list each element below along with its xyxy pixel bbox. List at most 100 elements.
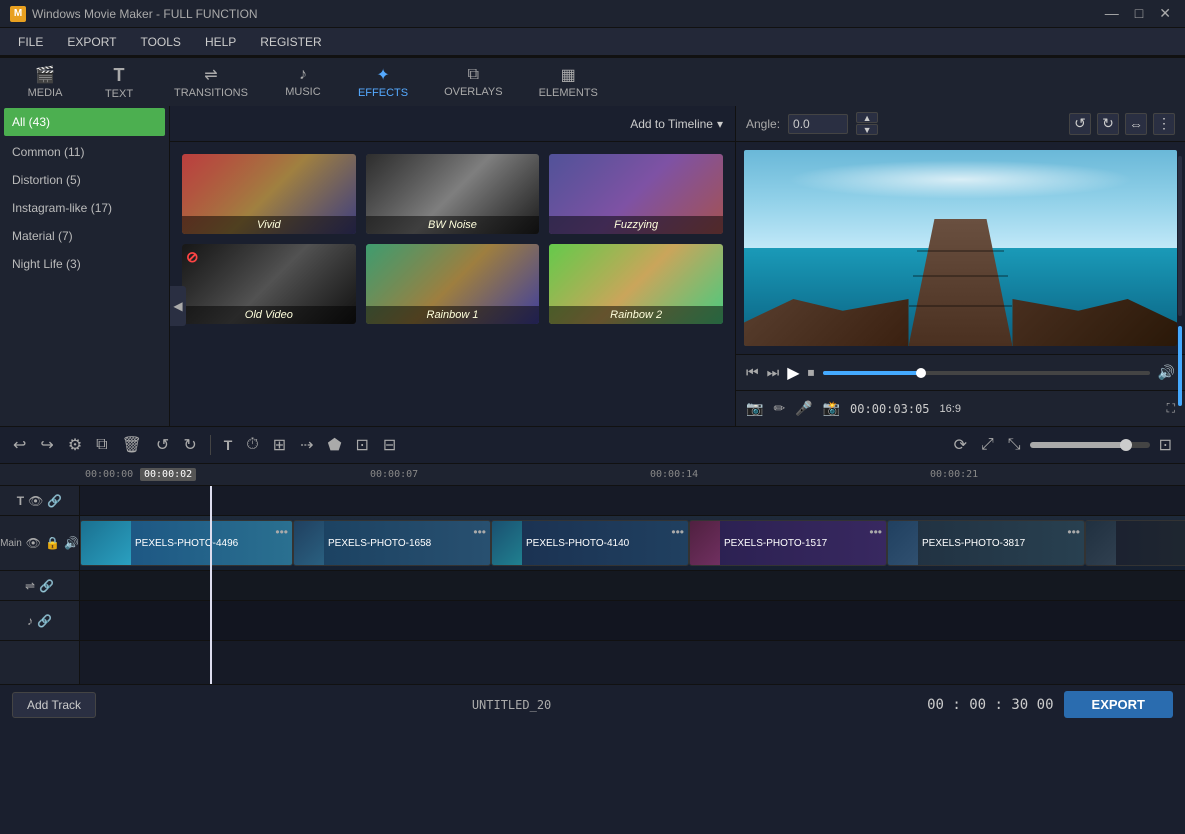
timecode-display: 00 : 00 : 30 00 — [927, 697, 1053, 713]
preview-bottom-controls: 📷 ✏ 🎤 📸 00:00:03:05 16:9 ⛶ — [736, 390, 1185, 426]
clip-6[interactable]: ••• — [1085, 520, 1185, 566]
clip-3[interactable]: PEXELS-PHOTO-4140 ••• — [491, 520, 689, 566]
fullscreen-button[interactable]: ⛶ — [1167, 401, 1175, 416]
category-all[interactable]: All (43) — [4, 108, 165, 136]
clip-4-menu[interactable]: ••• — [869, 525, 882, 539]
minimize-button[interactable]: — — [1101, 5, 1123, 22]
shape-button[interactable]: ⬟ — [323, 432, 347, 458]
more-button[interactable]: ⋮ — [1153, 113, 1175, 135]
split-button[interactable]: ⊟ — [378, 432, 401, 458]
undo-button[interactable]: ↩ — [8, 432, 31, 458]
copy-button[interactable]: ⧉ — [91, 433, 112, 457]
tab-text[interactable]: T TEXT — [84, 59, 154, 106]
clip-5-menu[interactable]: ••• — [1067, 525, 1080, 539]
tab-music[interactable]: ♪ MUSIC — [268, 60, 338, 104]
main-track-eye[interactable]: 👁 — [26, 536, 41, 550]
main-panel: All (43) Common (11) Distortion (5) Inst… — [0, 106, 1185, 426]
sync-button[interactable]: ⟳ — [949, 432, 972, 458]
maximize-button[interactable]: □ — [1131, 5, 1147, 22]
angle-input[interactable] — [788, 114, 848, 134]
rotate-right-button[interactable]: ↻ — [1097, 113, 1119, 135]
tab-media[interactable]: 🎬 MEDIA — [10, 59, 80, 105]
window-controls: — □ ✕ — [1101, 5, 1175, 22]
text-track-icon: T — [17, 494, 24, 508]
rotate-button[interactable]: ↺ — [151, 432, 174, 458]
effects-scrollbar[interactable] — [1177, 156, 1183, 406]
clip-3-menu[interactable]: ••• — [671, 525, 684, 539]
effect-rainbow1[interactable]: Rainbow 1 — [366, 244, 540, 324]
progress-handle[interactable] — [916, 368, 926, 378]
skip-back-button[interactable]: ⏮ — [746, 364, 759, 381]
redo-button[interactable]: ↪ — [35, 432, 58, 458]
text-overlay-button[interactable]: T — [219, 434, 238, 456]
clip-5[interactable]: PEXELS-PHOTO-3817 ••• — [887, 520, 1085, 566]
clip-1-menu[interactable]: ••• — [275, 525, 288, 539]
audio-track-link[interactable]: 🔗 — [37, 614, 52, 628]
timer-button[interactable]: ⏱ — [241, 433, 263, 457]
clip-2-menu[interactable]: ••• — [473, 525, 486, 539]
angle-down-button[interactable]: ▼ — [856, 124, 878, 135]
category-instagram[interactable]: Instagram-like (17) — [0, 194, 169, 222]
menu-tools[interactable]: TOOLS — [130, 31, 190, 53]
volume-button[interactable]: 🔊 — [1158, 364, 1175, 381]
tab-overlays[interactable]: ⧉ OVERLAYS — [428, 60, 519, 104]
clip-4[interactable]: PEXELS-PHOTO-1517 ••• — [689, 520, 887, 566]
mic-icon[interactable]: 🎤 — [795, 400, 812, 417]
add-track-button[interactable]: Add Track — [12, 692, 96, 718]
effect-oldvideo[interactable]: ⊘ Old Video — [182, 244, 356, 324]
tab-transitions[interactable]: ⇌ TRANSITIONS — [158, 59, 264, 105]
expand-button[interactable]: ⤢ — [976, 433, 999, 457]
effect-rainbow2[interactable]: Rainbow 2 — [549, 244, 723, 324]
export-button[interactable]: EXPORT — [1064, 691, 1173, 718]
timeline-tracks: PEXELS-PHOTO-4496 ••• PEXELS-PHOTO-1658 … — [80, 486, 1185, 684]
main-track-lock[interactable]: 🔒 — [45, 536, 60, 550]
tab-elements[interactable]: ▦ ELEMENTS — [523, 59, 614, 105]
zoom-handle[interactable] — [1120, 439, 1132, 451]
tab-effects[interactable]: ✦ EFFECTS — [342, 59, 424, 105]
track-labels: T 👁 🔗 Main 👁 🔒 🔊 ⇌ 🔗 ♪ 🔗 — [0, 486, 80, 684]
crop-button[interactable]: ⊞ — [268, 432, 291, 458]
flip-button[interactable]: ↻ — [178, 432, 201, 458]
snapshot-icon[interactable]: 📸 — [823, 400, 840, 417]
play-button[interactable]: ▶ — [787, 363, 799, 383]
effect-vivid[interactable]: Vivid — [182, 154, 356, 234]
stop-button[interactable]: ⏹ — [808, 364, 815, 381]
category-nightlife[interactable]: Night Life (3) — [0, 250, 169, 278]
sub-track-link[interactable]: 🔗 — [39, 579, 54, 593]
category-common[interactable]: Common (11) — [0, 138, 169, 166]
camera-icon[interactable]: 📷 — [746, 400, 763, 417]
zoom-slider[interactable] — [1030, 442, 1150, 448]
playback-progress[interactable] — [823, 371, 1150, 375]
main-track-volume[interactable]: 🔊 — [64, 536, 79, 550]
category-distortion[interactable]: Distortion (5) — [0, 166, 169, 194]
effect-fuzzying[interactable]: Fuzzying — [549, 154, 723, 234]
maximize-timeline-button[interactable]: ⊡ — [1154, 432, 1177, 458]
step-back-button[interactable]: ⏭ — [767, 364, 780, 381]
ruler-mark-1: 00:00:07 — [370, 469, 418, 480]
text-track-link[interactable]: 🔗 — [47, 494, 62, 508]
menu-export[interactable]: EXPORT — [57, 31, 126, 53]
pencil-icon[interactable]: ✏ — [773, 400, 785, 417]
delete-button[interactable]: 🗑 — [117, 432, 147, 458]
audio-track-icon: ♪ — [27, 614, 33, 628]
close-button[interactable]: ✕ — [1155, 5, 1175, 22]
settings-button[interactable]: ⚙ — [63, 432, 87, 458]
add-to-timeline-button[interactable]: Add to Timeline ▾ — [630, 117, 723, 131]
zoom-button[interactable]: ⤡ — [1003, 433, 1026, 457]
clip-2[interactable]: PEXELS-PHOTO-1658 ••• — [293, 520, 491, 566]
flip-button[interactable]: ⇔ — [1125, 113, 1147, 135]
track-label-text: T 👁 🔗 — [0, 486, 79, 516]
motion-button[interactable]: ⇢ — [295, 432, 318, 458]
menu-file[interactable]: FILE — [8, 31, 53, 53]
angle-up-button[interactable]: ▲ — [856, 112, 878, 123]
effect-bwnoise[interactable]: BW Noise — [366, 154, 540, 234]
panel-collapse-button[interactable]: ◀ — [170, 286, 186, 326]
trim-button[interactable]: ⊡ — [350, 432, 373, 458]
text-track-eye[interactable]: 👁 — [28, 494, 43, 508]
menu-register[interactable]: REGISTER — [250, 31, 331, 53]
menu-help[interactable]: HELP — [195, 31, 246, 53]
rotate-left-button[interactable]: ↺ — [1069, 113, 1091, 135]
tabs-bar: 🎬 MEDIA T TEXT ⇌ TRANSITIONS ♪ MUSIC ✦ E… — [0, 56, 1185, 106]
category-material[interactable]: Material (7) — [0, 222, 169, 250]
clip-1[interactable]: PEXELS-PHOTO-4496 ••• — [80, 520, 293, 566]
